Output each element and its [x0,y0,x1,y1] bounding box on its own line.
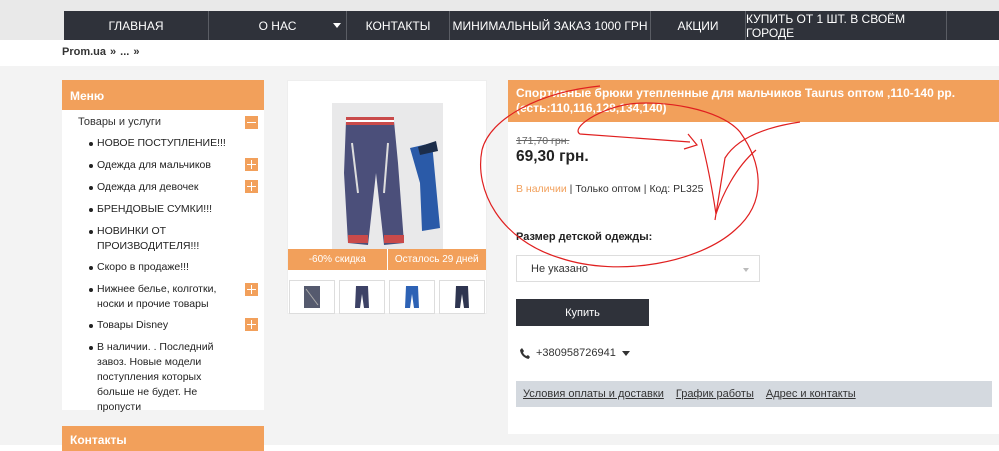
bullet-icon [89,346,93,350]
size-select[interactable]: Не указано [516,255,760,282]
bullet-icon [89,164,93,168]
collapse-icon[interactable] [245,116,258,129]
bullet-icon [89,230,93,234]
product-info: Спортивные брюки утепленные для мальчико… [508,80,999,434]
product-title: Спортивные брюки утепленные для мальчико… [508,80,999,122]
thumbnail[interactable] [289,280,335,314]
sidebar-item-new-from-maker[interactable]: НОВИНКИ ОТ ПРОИЗВОДИТЕЛЯ!!! [62,224,264,260]
product-gallery: -60% скидка Осталось 29 дней [287,80,487,314]
sidebar-item-brand-bags[interactable]: БРЕНДОВЫЕ СУМКИ!!! [62,202,264,224]
size-select-value: Не указано [531,263,589,275]
thumbnail[interactable] [389,280,435,314]
main-nav: ГЛАВНАЯ О НАС КОНТАКТЫ МИНИМАЛЬНЫЙ ЗАКАЗ… [64,11,999,40]
expand-icon[interactable] [245,318,258,331]
thumbnail[interactable] [439,280,485,314]
sidebar-item-in-stock[interactable]: В наличии. . Последний завоз. Новые моде… [62,340,264,415]
sidebar-item-disney[interactable]: Товары Disney [62,318,264,340]
nav-contacts[interactable]: КОНТАКТЫ [347,11,450,40]
sidebar-title: Меню [62,80,264,110]
phone-icon [520,347,530,359]
chevron-down-icon [333,23,341,28]
badge-row: -60% скидка Осталось 29 дней [288,249,486,270]
contacts-title: Контакты [62,426,264,451]
expand-icon[interactable] [245,180,258,193]
remaining-days-badge: Осталось 29 дней [386,249,486,270]
sidebar-item-coming-soon[interactable]: Скоро в продаже!!! [62,260,264,282]
product-image[interactable] [332,103,443,250]
breadcrumb-more[interactable]: ... [120,46,129,58]
nav-home[interactable]: ГЛАВНАЯ [64,11,209,40]
top-bar: ГЛАВНАЯ О НАС КОНТАКТЫ МИНИМАЛЬНЫЙ ЗАКАЗ… [0,0,999,40]
bullet-icon [89,288,93,292]
nav-about[interactable]: О НАС [209,11,347,40]
chevron-down-icon [743,268,749,272]
link-address-contacts[interactable]: Адрес и контакты [766,388,856,400]
thumbnail[interactable] [339,280,385,314]
sidebar-item-boys[interactable]: Одежда для мальчиков [62,158,264,180]
product-code: Код: PL325 [649,183,704,195]
sidebar-item-underwear[interactable]: Нижнее белье, колготки, носки и прочие т… [62,282,264,318]
sidebar-item-new[interactable]: НОВОЕ ПОСТУПЛЕНИЕ!!! [62,136,264,158]
sidebar-root-label: Товары и услуги [78,116,162,128]
bullet-icon [89,324,93,328]
phone-dropdown[interactable]: +380958726941 [520,347,630,359]
phone-number: +380958726941 [536,347,616,359]
old-price: 171,70 грн. [516,135,570,147]
nav-buy-city[interactable]: КУПИТЬ ОТ 1 ШТ. В СВОЁМ ГОРОДЕ [746,11,947,40]
info-links-bar: Условия оплаты и доставки График работы … [516,381,992,407]
breadcrumb-separator: » [110,46,117,58]
nav-min-order[interactable]: МИНИМАЛЬНЫЙ ЗАКАЗ 1000 ГРН [450,11,651,40]
thumbnail-strip [288,280,486,314]
breadcrumb-bar [0,40,999,66]
sidebar-item-girls[interactable]: Одежда для девочек [62,180,264,202]
link-schedule[interactable]: График работы [676,388,754,400]
expand-icon[interactable] [245,158,258,171]
bullet-icon [89,186,93,190]
expand-icon[interactable] [245,283,258,296]
bullet-icon [89,266,93,270]
buy-button[interactable]: Купить [516,299,649,326]
sidebar-menu: Меню Товары и услуги НОВОЕ ПОСТУПЛЕНИЕ!!… [62,80,264,413]
availability-line: В наличии | Только оптом | Код: PL325 [516,183,704,195]
availability-status: В наличии [516,183,567,195]
wholesale-note: Только оптом [575,183,641,195]
breadcrumb-separator: » [133,46,140,58]
sidebar-root-item[interactable]: Товары и услуги [62,110,264,134]
size-label: Размер детской одежды: [516,231,653,243]
breadcrumb: Prom.ua » ... » [62,46,139,58]
current-price: 69,30 грн. [516,148,589,165]
link-payment-delivery[interactable]: Условия оплаты и доставки [523,388,664,400]
breadcrumb-root[interactable]: Prom.ua [62,46,106,58]
bullet-icon [89,142,93,146]
nav-promo[interactable]: АКЦИИ [651,11,746,40]
bullet-icon [89,208,93,212]
chevron-down-icon [621,350,630,356]
discount-badge: -60% скидка [288,249,387,270]
